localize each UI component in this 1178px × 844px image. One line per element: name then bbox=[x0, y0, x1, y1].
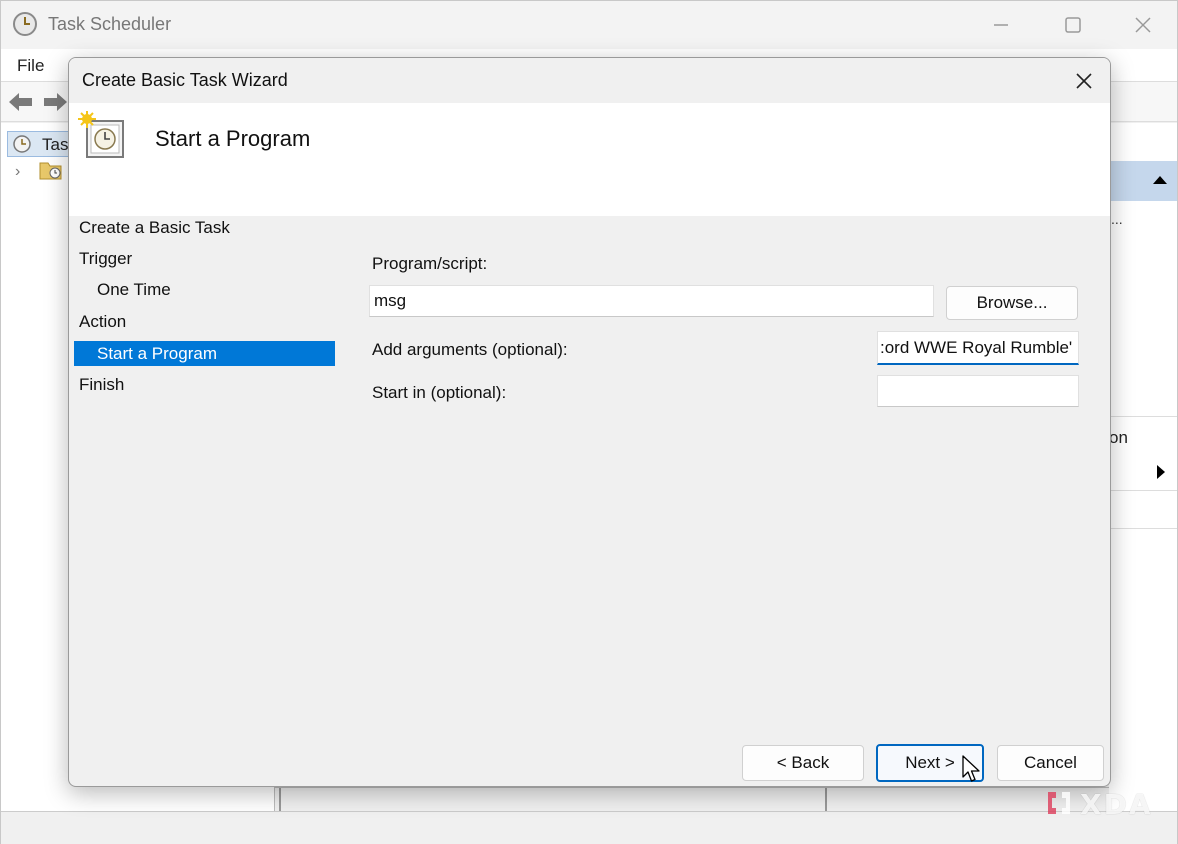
action-item-partial[interactable]: on bbox=[1109, 428, 1128, 448]
divider bbox=[1109, 490, 1177, 491]
close-icon[interactable] bbox=[1129, 11, 1157, 39]
add-arguments-input[interactable] bbox=[877, 331, 1079, 365]
step-start-a-program[interactable]: Start a Program bbox=[74, 341, 335, 366]
program-script-label: Program/script: bbox=[372, 254, 488, 273]
window-title: Task Scheduler bbox=[48, 14, 172, 34]
xda-logo-icon bbox=[1048, 792, 1070, 814]
divider bbox=[1109, 416, 1177, 417]
divider bbox=[1109, 528, 1177, 529]
dialog-header: Start a Program bbox=[69, 103, 1110, 216]
scheduled-task-icon bbox=[78, 111, 124, 158]
clock-icon bbox=[13, 12, 37, 36]
dialog-title-bar: Create Basic Task Wizard bbox=[69, 58, 1110, 103]
menu-file[interactable]: File bbox=[17, 56, 44, 76]
chevron-right-icon[interactable]: › bbox=[15, 163, 20, 181]
collapse-caret-icon[interactable] bbox=[1153, 176, 1167, 184]
title-bar: Task Scheduler bbox=[1, 1, 1177, 49]
step-trigger[interactable]: Trigger bbox=[79, 247, 334, 271]
actions-ellipsis: ... bbox=[1111, 211, 1123, 227]
status-bar bbox=[1, 811, 1177, 844]
step-one-time[interactable]: One Time bbox=[97, 278, 334, 302]
divider bbox=[279, 788, 281, 812]
cancel-button[interactable]: Cancel bbox=[997, 745, 1104, 781]
step-action[interactable]: Action bbox=[79, 310, 334, 334]
xda-watermark-text: XDA bbox=[1080, 788, 1153, 821]
maximize-icon[interactable] bbox=[1059, 11, 1087, 39]
program-script-input[interactable] bbox=[369, 285, 934, 317]
add-arguments-label: Add arguments (optional): bbox=[372, 340, 568, 359]
browse-button[interactable]: Browse... bbox=[946, 286, 1078, 320]
minimize-icon[interactable] bbox=[987, 11, 1015, 39]
start-in-label: Start in (optional): bbox=[372, 383, 507, 402]
forward-arrow-icon[interactable] bbox=[41, 90, 69, 114]
dialog-title: Create Basic Task Wizard bbox=[82, 70, 288, 90]
start-in-input[interactable] bbox=[877, 375, 1079, 407]
submenu-arrow-icon[interactable] bbox=[1157, 465, 1165, 479]
mouse-cursor-icon bbox=[962, 755, 980, 782]
folder-clock-icon[interactable] bbox=[39, 159, 63, 181]
page-title: Start a Program bbox=[155, 126, 311, 151]
lower-pane-strip bbox=[275, 787, 1109, 812]
step-create-basic-task[interactable]: Create a Basic Task bbox=[79, 216, 334, 240]
actions-panel: ... on bbox=[1109, 123, 1177, 813]
create-basic-task-wizard: Create Basic Task Wizard Start a Program… bbox=[68, 57, 1111, 787]
close-icon[interactable] bbox=[1073, 70, 1095, 92]
step-finish[interactable]: Finish bbox=[79, 373, 334, 397]
xda-watermark: XDA bbox=[1044, 788, 1160, 821]
clock-icon bbox=[13, 135, 31, 153]
tree-item-root[interactable]: Task bbox=[7, 131, 77, 157]
back-arrow-icon[interactable] bbox=[7, 90, 35, 114]
back-button[interactable]: < Back bbox=[742, 745, 864, 781]
actions-header[interactable] bbox=[1109, 161, 1177, 201]
divider bbox=[825, 788, 827, 812]
